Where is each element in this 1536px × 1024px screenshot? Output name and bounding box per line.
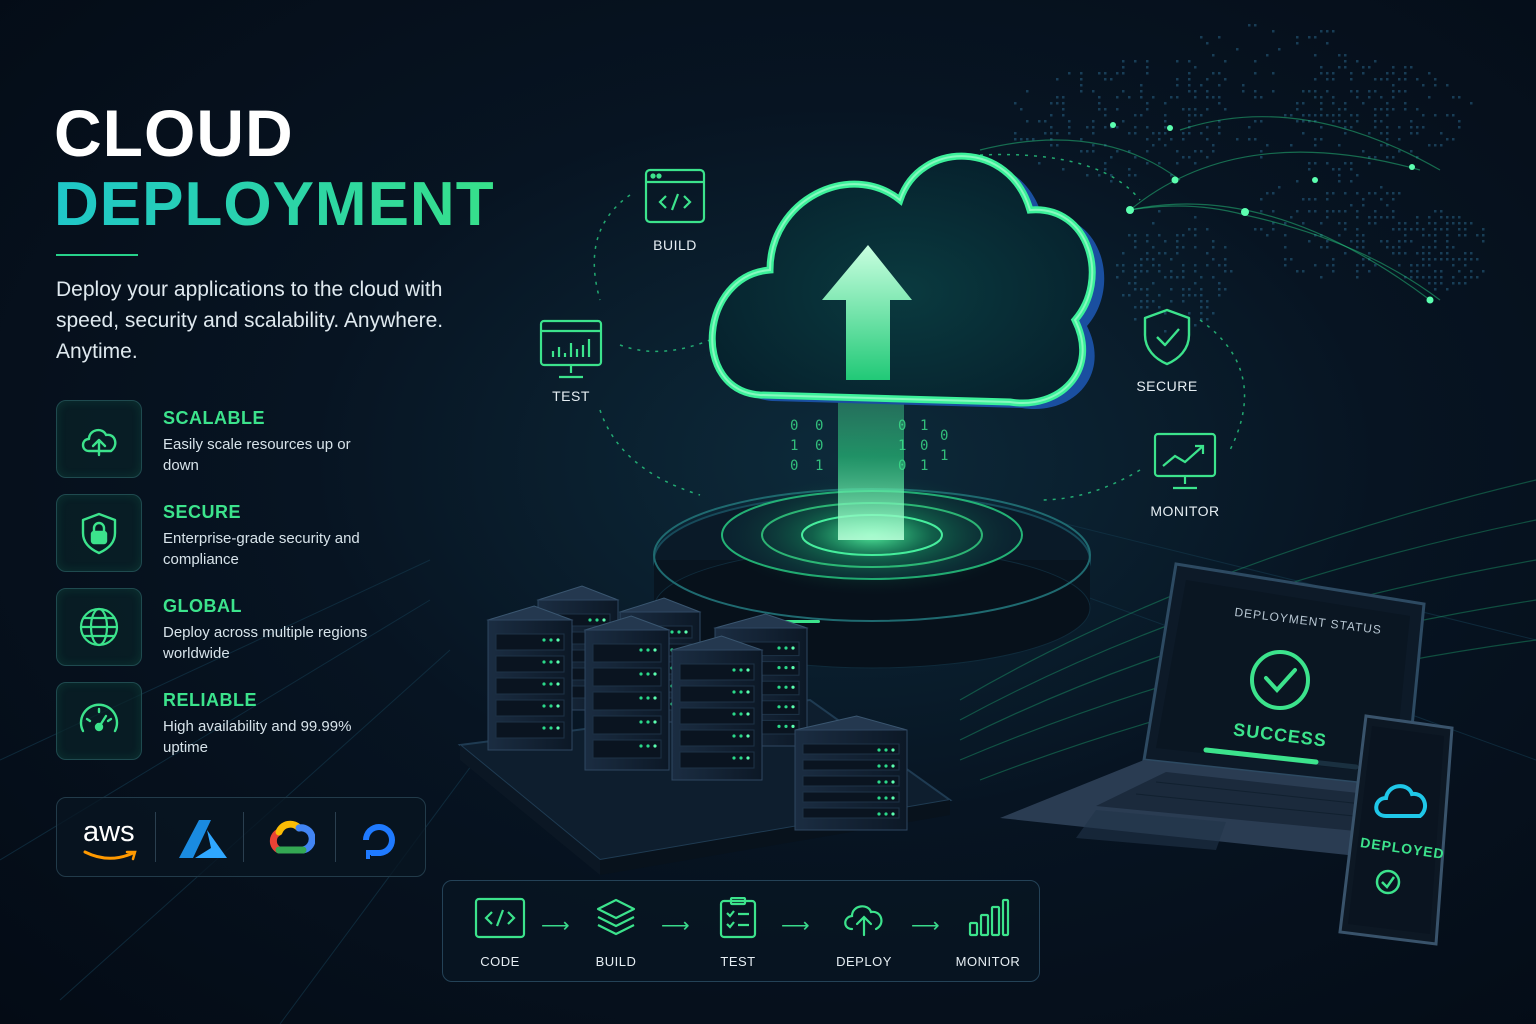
feature-description: High availability and 99.99% uptime (163, 718, 352, 756)
layers-icon (596, 898, 636, 936)
svg-text:0: 0 (790, 458, 798, 474)
arrow-right-icon: ⟶ (541, 915, 570, 937)
shield-check-icon (1143, 308, 1191, 366)
svg-text:0: 0 (790, 418, 798, 434)
cloud-upload-icon (56, 400, 142, 478)
shield-lock-icon (56, 494, 142, 572)
tagline: Deploy your applications to the cloud wi… (56, 278, 444, 363)
svg-text:0: 0 (920, 438, 928, 454)
pipeline-label: CODE (480, 954, 520, 969)
feature-title: RELIABLE (163, 690, 257, 710)
pipeline-step-monitor: MONITOR (943, 897, 1033, 969)
globe-icon (56, 588, 142, 666)
monitor-trend-icon (1153, 432, 1217, 490)
workflow-label: BUILD (653, 237, 697, 253)
workflow-secure: SECURE (1107, 307, 1227, 394)
pipeline-label: DEPLOY (836, 954, 892, 969)
workflow-test: TEST (511, 319, 631, 404)
world-map-dots (980, 30, 1400, 32)
svg-text:1: 1 (790, 438, 798, 454)
bar-chart-icon (968, 898, 1010, 937)
aws-logo: aws (57, 798, 137, 876)
aws-logo-text: aws (83, 816, 135, 848)
pipeline-step-test: TEST (693, 896, 783, 969)
arrow-right-icon: ⟶ (661, 915, 690, 937)
arrow-right-icon: ⟶ (781, 915, 810, 937)
svg-text:0: 0 (815, 438, 823, 454)
page-title-line2: DEPLOYMENT (54, 170, 495, 239)
pipeline-step-deploy: DEPLOY (819, 897, 909, 969)
svg-text:0: 0 (815, 418, 823, 434)
title-divider (56, 254, 138, 256)
pipeline-label: BUILD (595, 954, 637, 969)
cloud-upload-icon (844, 905, 883, 937)
feature-title: GLOBAL (163, 596, 242, 616)
workflow-label: SECURE (1136, 378, 1198, 394)
code-window-icon (644, 168, 706, 224)
feature-title: SCALABLE (163, 408, 265, 428)
feature-secure: SECURE Enterprise-grade security and com… (56, 494, 456, 572)
feature-description: Enterprise-grade security and compliance (163, 530, 360, 568)
workflow-label: TEST (552, 388, 590, 404)
google-cloud-logo (253, 798, 333, 876)
svg-text:1: 1 (940, 448, 948, 464)
pipeline-label: TEST (720, 954, 756, 969)
svg-text:1: 1 (898, 438, 906, 454)
svg-text:1: 1 (815, 458, 823, 474)
digitalocean-logo (345, 798, 425, 876)
pipeline-step-build: BUILD (571, 897, 661, 969)
hero-cloud (708, 152, 1105, 410)
azure-logo (165, 798, 245, 876)
monitor-chart-icon (539, 319, 603, 379)
svg-text:1: 1 (920, 458, 928, 474)
gauge-icon (56, 682, 142, 760)
checklist-icon (719, 896, 757, 939)
pipeline-step-code: CODE (455, 897, 545, 969)
aws-smile-icon (83, 850, 137, 861)
feature-global: GLOBAL Deploy across multiple regions wo… (56, 588, 456, 666)
divider (155, 812, 156, 862)
svg-text:1: 1 (920, 418, 928, 434)
code-icon (474, 897, 526, 939)
feature-description: Easily scale resources up or down (163, 436, 351, 474)
feature-title: SECURE (163, 502, 242, 522)
arrow-right-icon: ⟶ (911, 915, 940, 937)
workflow-build: BUILD (615, 168, 735, 253)
svg-text:0: 0 (898, 418, 906, 434)
divider (243, 812, 244, 862)
divider (335, 812, 336, 862)
feature-reliable: RELIABLE High availability and 99.99% up… (56, 682, 456, 760)
workflow-monitor: MONITOR (1125, 432, 1245, 519)
feature-description: Deploy across multiple regions worldwide (163, 624, 368, 662)
svg-text:0: 0 (898, 458, 906, 474)
phone-device (1338, 714, 1454, 946)
pipeline-label: MONITOR (955, 954, 1021, 969)
svg-text:0: 0 (940, 428, 948, 444)
deployment-pipeline: CODE ⟶ BUILD ⟶ TEST ⟶ DEPLOY ⟶ MONITOR (442, 880, 1040, 982)
feature-scalable: SCALABLE Easily scale resources up or do… (56, 400, 456, 478)
workflow-label: MONITOR (1150, 503, 1220, 519)
page-title-line1: CLOUD (54, 96, 294, 170)
cloud-providers-bar: aws (56, 797, 426, 877)
